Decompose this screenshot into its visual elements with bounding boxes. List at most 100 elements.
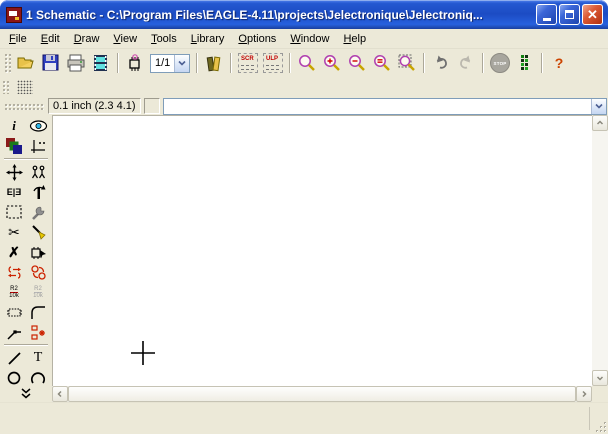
maximize-button[interactable]	[559, 4, 580, 25]
tool-pinswap-button[interactable]	[2, 262, 26, 282]
menu-tools[interactable]: Tools	[144, 30, 184, 48]
tool-group-button[interactable]	[2, 202, 26, 222]
coordinate-display: 0.1 inch (2.3 4.1)	[48, 98, 141, 114]
mirror-icon: E|Ǝ	[7, 187, 22, 197]
redo-icon	[456, 53, 476, 73]
scroll-right-button[interactable]	[576, 386, 592, 402]
library-button[interactable]	[202, 52, 226, 74]
menu-window[interactable]: Window	[283, 30, 336, 48]
circle-icon	[6, 370, 22, 386]
main-area: i E|Ǝ ✂	[0, 115, 608, 402]
vertical-scroll-track[interactable]	[592, 131, 608, 370]
tool-move-button[interactable]	[2, 162, 26, 182]
grid-button[interactable]	[17, 80, 33, 94]
scroll-up-button[interactable]	[592, 115, 608, 131]
tool-miter-button[interactable]	[26, 302, 50, 322]
board-button[interactable]	[123, 52, 147, 74]
schematic-canvas[interactable]	[52, 115, 592, 386]
menu-draw[interactable]: Draw	[67, 30, 107, 48]
tool-mark-button[interactable]	[26, 136, 50, 156]
menu-file[interactable]: File	[2, 30, 34, 48]
tool-delete-button[interactable]: ✗	[2, 242, 26, 262]
resize-grip[interactable]	[595, 421, 607, 433]
toolbar-grip[interactable]	[4, 53, 11, 73]
tool-info-button[interactable]: i	[2, 116, 26, 136]
help-button[interactable]: ?	[547, 52, 571, 74]
tool-smash-button[interactable]	[2, 302, 26, 322]
close-button[interactable]: ✕	[582, 4, 603, 25]
zoom-redraw-icon	[372, 53, 392, 73]
stop-icon: STOP	[490, 53, 510, 73]
run-ulp-button[interactable]: ULP	[261, 52, 285, 74]
redo-button[interactable]	[454, 52, 478, 74]
board-icon	[125, 53, 145, 73]
tool-copy-button[interactable]	[26, 162, 50, 182]
tool-text-button[interactable]: T	[26, 348, 50, 368]
tool-wire-button[interactable]	[2, 348, 26, 368]
tool-paste-button[interactable]	[26, 222, 50, 242]
pinswap-icon	[6, 264, 23, 281]
tool-show-button[interactable]	[26, 116, 50, 136]
chevron-double-down-icon	[20, 388, 32, 399]
tool-palette: i E|Ǝ ✂	[0, 115, 52, 402]
tool-value-button[interactable]: R210k	[26, 282, 50, 302]
info-icon: i	[12, 118, 16, 134]
command-history-dropdown-icon[interactable]	[591, 99, 606, 114]
folder-open-icon	[16, 53, 36, 73]
save-button[interactable]	[39, 52, 63, 74]
zoom-in-button[interactable]	[320, 52, 344, 74]
print-button[interactable]	[64, 52, 88, 74]
zoom-redraw-button[interactable]	[370, 52, 394, 74]
app-icon[interactable]	[6, 7, 22, 23]
app-window: 1 Schematic - C:\Program Files\EAGLE-4.1…	[0, 0, 608, 434]
minimize-button[interactable]	[536, 4, 557, 25]
sheet-selector[interactable]: 1/1	[150, 54, 190, 73]
tool-add-button[interactable]	[26, 242, 50, 262]
tool-rotate-button[interactable]	[26, 182, 50, 202]
help-icon: ?	[555, 55, 564, 71]
palette-more-button[interactable]	[20, 388, 32, 402]
run-script-button[interactable]: SCR	[236, 52, 260, 74]
horizontal-scroll-thumb[interactable]	[68, 386, 576, 402]
scroll-down-button[interactable]	[592, 370, 608, 386]
tool-gateswap-button[interactable]	[26, 262, 50, 282]
open-button[interactable]	[14, 52, 38, 74]
sheet-selector-dropdown-icon[interactable]	[174, 55, 189, 72]
film-strip-icon	[91, 53, 111, 73]
zoom-fit-button[interactable]	[295, 52, 319, 74]
go-button[interactable]	[513, 52, 537, 74]
tool-display-button[interactable]	[2, 136, 26, 156]
zoom-select-button[interactable]	[395, 52, 419, 74]
save-icon	[41, 53, 61, 73]
tool-cut-button[interactable]: ✂	[2, 222, 26, 242]
menu-library[interactable]: Library	[184, 30, 232, 48]
tool-invoke-button[interactable]	[26, 322, 50, 342]
paste-icon	[30, 224, 47, 241]
menu-help[interactable]: Help	[336, 30, 373, 48]
parameter-toolbar-grip[interactable]	[2, 80, 9, 94]
command-bar-grip[interactable]	[4, 103, 44, 110]
stop-button[interactable]: STOP	[488, 52, 512, 74]
status-message	[0, 403, 589, 434]
export-image-button[interactable]	[89, 52, 113, 74]
wrench-icon	[30, 204, 47, 221]
tool-change-button[interactable]	[26, 202, 50, 222]
menu-edit[interactable]: Edit	[34, 30, 67, 48]
menu-view[interactable]: View	[106, 30, 144, 48]
toolbar-separator	[117, 53, 119, 73]
tool-arc-button[interactable]	[26, 368, 50, 388]
undo-button[interactable]	[429, 52, 453, 74]
value-icon: R210k	[33, 286, 43, 299]
scroll-left-button[interactable]	[52, 386, 68, 402]
tool-mirror-button[interactable]: E|Ǝ	[2, 182, 26, 202]
command-line-input[interactable]	[164, 99, 591, 114]
zoom-out-button[interactable]	[345, 52, 369, 74]
tool-split-button[interactable]	[2, 322, 26, 342]
print-icon	[66, 53, 86, 73]
move-icon	[6, 164, 23, 181]
menu-options[interactable]: Options	[231, 30, 283, 48]
chevron-down-icon	[596, 374, 604, 382]
tool-circle-button[interactable]	[2, 368, 26, 388]
add-part-icon	[30, 244, 47, 261]
tool-name-button[interactable]: R210k	[2, 282, 26, 302]
